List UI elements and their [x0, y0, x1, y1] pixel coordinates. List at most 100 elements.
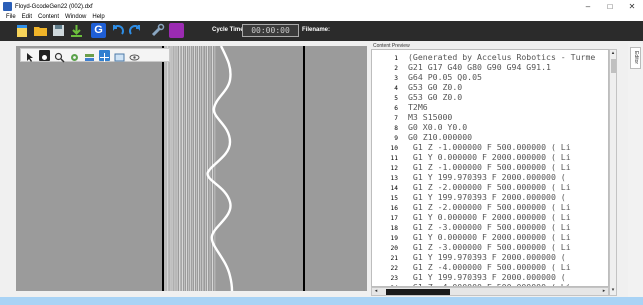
code-line[interactable]: 7 M3 S15000 [372, 112, 608, 122]
tools-icon [151, 23, 165, 37]
menu-file[interactable]: File [6, 14, 16, 20]
vertical-scrollbar[interactable]: ▴ ▾ [609, 49, 617, 296]
code-line[interactable]: 22 G1 Z -4.000000 F 500.000000 ( Li [372, 262, 608, 272]
code-line[interactable]: 18 G1 Z -3.000000 F 500.000000 ( Li [372, 222, 608, 232]
code-line[interactable]: 20 G1 Z -3.000000 F 500.000000 ( Li [372, 242, 608, 252]
code-line[interactable]: 8 G0 X0.0 Y0.0 [372, 122, 608, 132]
code-line[interactable]: 14 G1 Z -2.000000 F 500.000000 ( Li [372, 182, 608, 192]
download-icon [71, 25, 82, 37]
redo-button[interactable] [128, 23, 143, 38]
vertical-scroll-thumb[interactable] [611, 59, 616, 73]
code-text: G21 G17 G40 G80 G90 G94 G91.1 [408, 62, 551, 72]
code-line[interactable]: 4 G53 G0 Z0.0 [372, 82, 608, 92]
zoom-icon[interactable] [54, 50, 65, 63]
save-icon [53, 25, 64, 36]
code-text: M3 S15000 [408, 112, 453, 122]
code-panel: Content Preview 1 (Generated by Accelus R… [371, 43, 617, 297]
code-text: G1 Y 0.000000 F 2000.000000 ( Li [408, 152, 571, 162]
new-file-icon [17, 25, 27, 37]
horizontal-scroll-thumb[interactable] [386, 289, 450, 295]
code-text: G1 Z -1.000000 F 500.000000 ( Li [408, 162, 571, 172]
code-line[interactable]: 3 G64 P0.05 Q0.05 [372, 72, 608, 82]
tools-button[interactable] [150, 23, 165, 38]
pointer-icon[interactable] [24, 50, 35, 62]
code-text: G53 G0 Z0.0 [408, 82, 463, 92]
code-text: G1 Y 199.970393 F 2000.000000 ( [408, 252, 566, 262]
code-text: G64 P0.05 Q0.05 [408, 72, 482, 82]
maximize-button[interactable]: □ [599, 0, 621, 13]
code-line[interactable]: 17 G1 Y 0.000000 F 2000.000000 ( Li [372, 212, 608, 222]
code-line[interactable]: 16 G1 Z -2.000000 F 500.000000 ( Li [372, 202, 608, 212]
horizontal-scrollbar[interactable]: ◂ ▸ [371, 287, 609, 296]
code-text: G1 Y 0.000000 F 2000.000000 ( Li [408, 232, 571, 242]
camera-icon[interactable] [39, 50, 50, 61]
undo-button[interactable] [110, 23, 125, 38]
code-line[interactable]: 21 G1 Y 199.970393 F 2000.000000 ( [372, 252, 608, 262]
code-text: (Generated by Accelus Robotics - Turme [408, 52, 596, 62]
code-line[interactable]: 12 G1 Z -1.000000 F 500.000000 ( Li [372, 162, 608, 172]
code-line[interactable]: 15 G1 Y 199.970393 F 2000.000000 ( [372, 192, 608, 202]
toolpath-viewport[interactable] [16, 46, 367, 291]
code-text: G1 Z -3.000000 F 500.000000 ( Li [408, 242, 571, 252]
open-button[interactable] [33, 23, 48, 38]
code-text: G53 G0 Z0.0 [408, 92, 463, 102]
layers-icon[interactable] [84, 50, 95, 61]
app-icon [3, 2, 12, 11]
eye-icon[interactable] [129, 50, 140, 61]
menu-help[interactable]: Help [92, 14, 104, 20]
code-text: G1 Y 0.000000 F 2000.000000 ( Li [408, 212, 571, 222]
menu-bar: File Edit Content Window Help [0, 13, 643, 21]
title-bar: Floyd-GcodeGen22 (002).dxf – □ ✕ [0, 0, 643, 13]
code-line[interactable]: 1 (Generated by Accelus Robotics - Turme [372, 52, 608, 62]
cycle-timer-display: 00:00:00 [242, 24, 299, 37]
new-file-button[interactable] [15, 23, 30, 38]
window-title: Floyd-GcodeGen22 (002).dxf [15, 3, 93, 10]
filename-label: Filename: [302, 27, 331, 33]
menu-window[interactable]: Window [65, 14, 86, 20]
viewport-toolbar [20, 48, 170, 63]
code-text: G1 Z -3.000000 F 500.000000 ( Li [408, 222, 571, 232]
window-controls: – □ ✕ [577, 0, 643, 13]
code-line[interactable]: 2 G21 G17 G40 G80 G90 G94 G91.1 [372, 62, 608, 72]
redo-icon [129, 25, 140, 35]
scroll-right-icon[interactable]: ▸ [600, 288, 608, 295]
gear-icon[interactable] [69, 50, 80, 61]
code-line[interactable]: 11 G1 Y 0.000000 F 2000.000000 ( Li [372, 152, 608, 162]
generate-g-icon[interactable]: G [91, 23, 106, 38]
close-button[interactable]: ✕ [621, 0, 643, 13]
code-text: G1 Y 199.970393 F 2000.000000 ( [408, 272, 566, 282]
code-text: G0 Z10.000000 [408, 132, 473, 142]
undo-icon [113, 25, 124, 35]
application-window: Floyd-GcodeGen22 (002).dxf – □ ✕ File Ed… [0, 0, 643, 297]
code-text: G1 Z -2.000000 F 500.000000 ( Li [408, 202, 571, 212]
grid-icon[interactable] [99, 50, 110, 62]
code-text: T2M6 [408, 102, 428, 112]
code-line[interactable]: 6 T2M6 [372, 102, 608, 112]
code-text: G1 Z -4.000000 F 500.000000 ( Li [408, 262, 571, 272]
code-line[interactable]: 19 G1 Y 0.000000 F 2000.000000 ( Li [372, 232, 608, 242]
scroll-down-icon[interactable]: ▾ [610, 287, 616, 295]
scroll-up-icon[interactable]: ▴ [610, 50, 616, 58]
menu-edit[interactable]: Edit [22, 14, 32, 20]
menu-content[interactable]: Content [38, 14, 59, 20]
code-line[interactable]: 10 G1 Z -1.000000 F 500.000000 ( Li [372, 142, 608, 152]
code-line[interactable]: 5 G53 G0 Z0.0 [372, 92, 608, 102]
code-text: G1 Y 199.970393 F 2000.000000 ( [408, 192, 566, 202]
editor-side-tab[interactable]: Editor [630, 47, 641, 69]
toolpath-canvas[interactable] [16, 46, 367, 291]
code-line[interactable]: 9 G0 Z10.000000 [372, 132, 608, 142]
main-toolbar: G Cycle Timer: 00:00:00 Filename: [0, 21, 643, 41]
side-dock: Editor [628, 43, 643, 297]
code-line[interactable]: 13 G1 Y 199.970393 F 2000.000000 ( [372, 172, 608, 182]
code-text: G1 Z -1.000000 F 500.000000 ( Li [408, 142, 571, 152]
window-icon[interactable] [114, 50, 125, 62]
minimize-button[interactable]: – [577, 0, 599, 13]
code-text: G1 Z -2.000000 F 500.000000 ( Li [408, 182, 571, 192]
scroll-left-icon[interactable]: ◂ [372, 288, 380, 295]
code-line[interactable]: 23 G1 Y 199.970393 F 2000.000000 ( [372, 272, 608, 282]
color-swatch-icon[interactable] [169, 23, 184, 38]
download-button[interactable] [69, 23, 84, 38]
gcode-editor[interactable]: 1 (Generated by Accelus Robotics - Turme 2… [371, 49, 609, 287]
save-button[interactable] [51, 23, 66, 38]
desktop-strip [0, 297, 643, 305]
